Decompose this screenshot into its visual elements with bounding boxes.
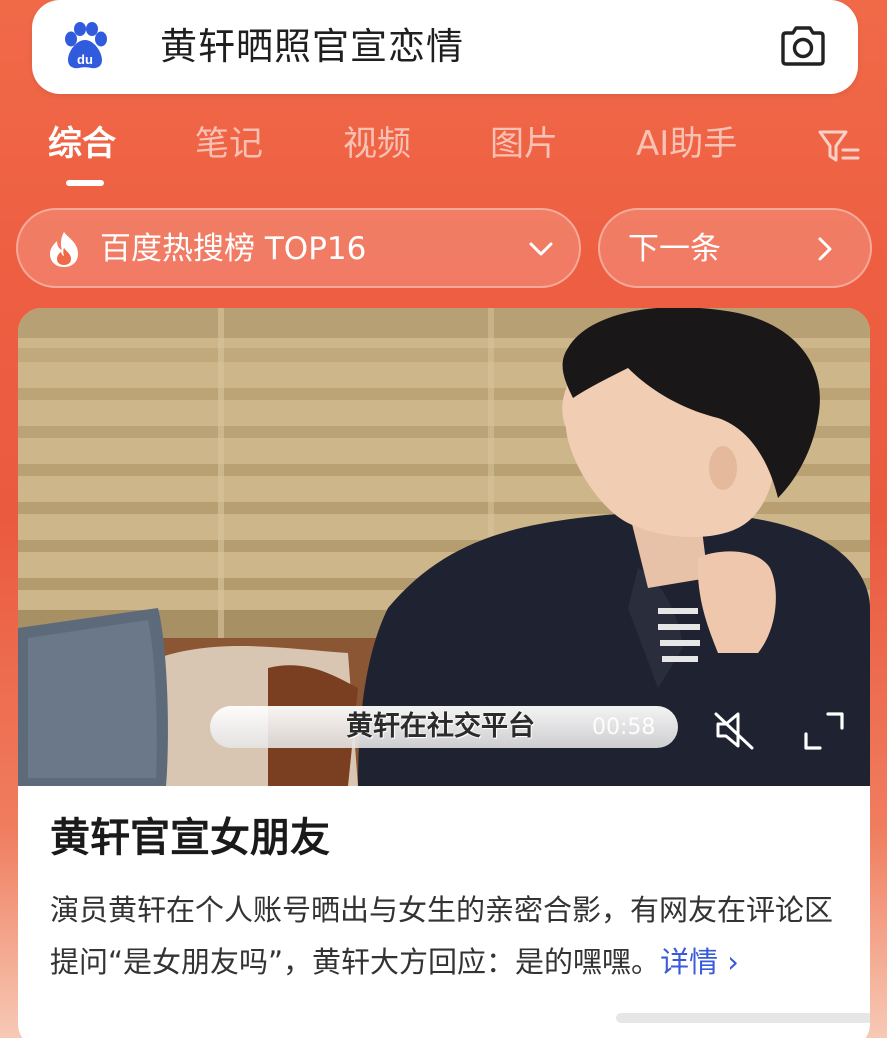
- hotlist-pill[interactable]: 百度热搜榜 TOP16: [16, 208, 581, 288]
- video-subtitle: 黄轩在社交平台: [346, 711, 535, 742]
- filter-icon[interactable]: [816, 126, 862, 166]
- baidu-paw-icon: du: [65, 22, 107, 69]
- hotlist-label: 百度热搜榜 TOP16: [100, 231, 367, 267]
- search-bar[interactable]: du 黄轩晒照官宣恋情: [32, 0, 858, 94]
- search-query[interactable]: 黄轩晒照官宣恋情: [160, 24, 464, 70]
- fullscreen-icon[interactable]: [802, 710, 846, 752]
- chevron-down-icon[interactable]: [526, 236, 556, 262]
- card-title[interactable]: 黄轩官宣女朋友: [50, 812, 330, 864]
- detail-link[interactable]: 详情 ›: [660, 945, 739, 979]
- card-description: 演员黄轩在个人账号晒出与女生的亲密合影，有网友在评论区提问“是女朋友吗”，黄轩大…: [50, 884, 850, 988]
- camera-icon[interactable]: [778, 24, 828, 68]
- tab-all[interactable]: 综合: [48, 118, 116, 170]
- next-item-button[interactable]: 下一条: [598, 208, 872, 288]
- result-tabs: 综合 笔记 视频 图片 AI助手: [0, 118, 887, 188]
- video-duration: 00:58: [592, 715, 656, 740]
- active-tab-indicator: [66, 180, 104, 186]
- chevron-right-icon: [818, 237, 832, 261]
- flame-icon: [50, 232, 78, 267]
- tab-notes[interactable]: 笔记: [195, 118, 263, 170]
- next-item-label: 下一条: [628, 231, 721, 267]
- scroll-indicator: [616, 1013, 870, 1023]
- svg-text:du: du: [77, 52, 93, 67]
- video-player[interactable]: 黄轩在社交平台 00:58: [18, 308, 870, 786]
- news-card[interactable]: 黄轩在社交平台 00:58 黄轩官宣女朋友 演员黄轩在个人账号晒出与女生的亲密合…: [18, 308, 870, 1038]
- tab-ai-assistant[interactable]: AI助手: [636, 118, 737, 170]
- mute-icon[interactable]: [712, 708, 758, 752]
- subtitle-bar: 黄轩在社交平台 00:58: [210, 706, 678, 748]
- tab-images[interactable]: 图片: [490, 118, 558, 170]
- tab-video[interactable]: 视频: [343, 118, 411, 170]
